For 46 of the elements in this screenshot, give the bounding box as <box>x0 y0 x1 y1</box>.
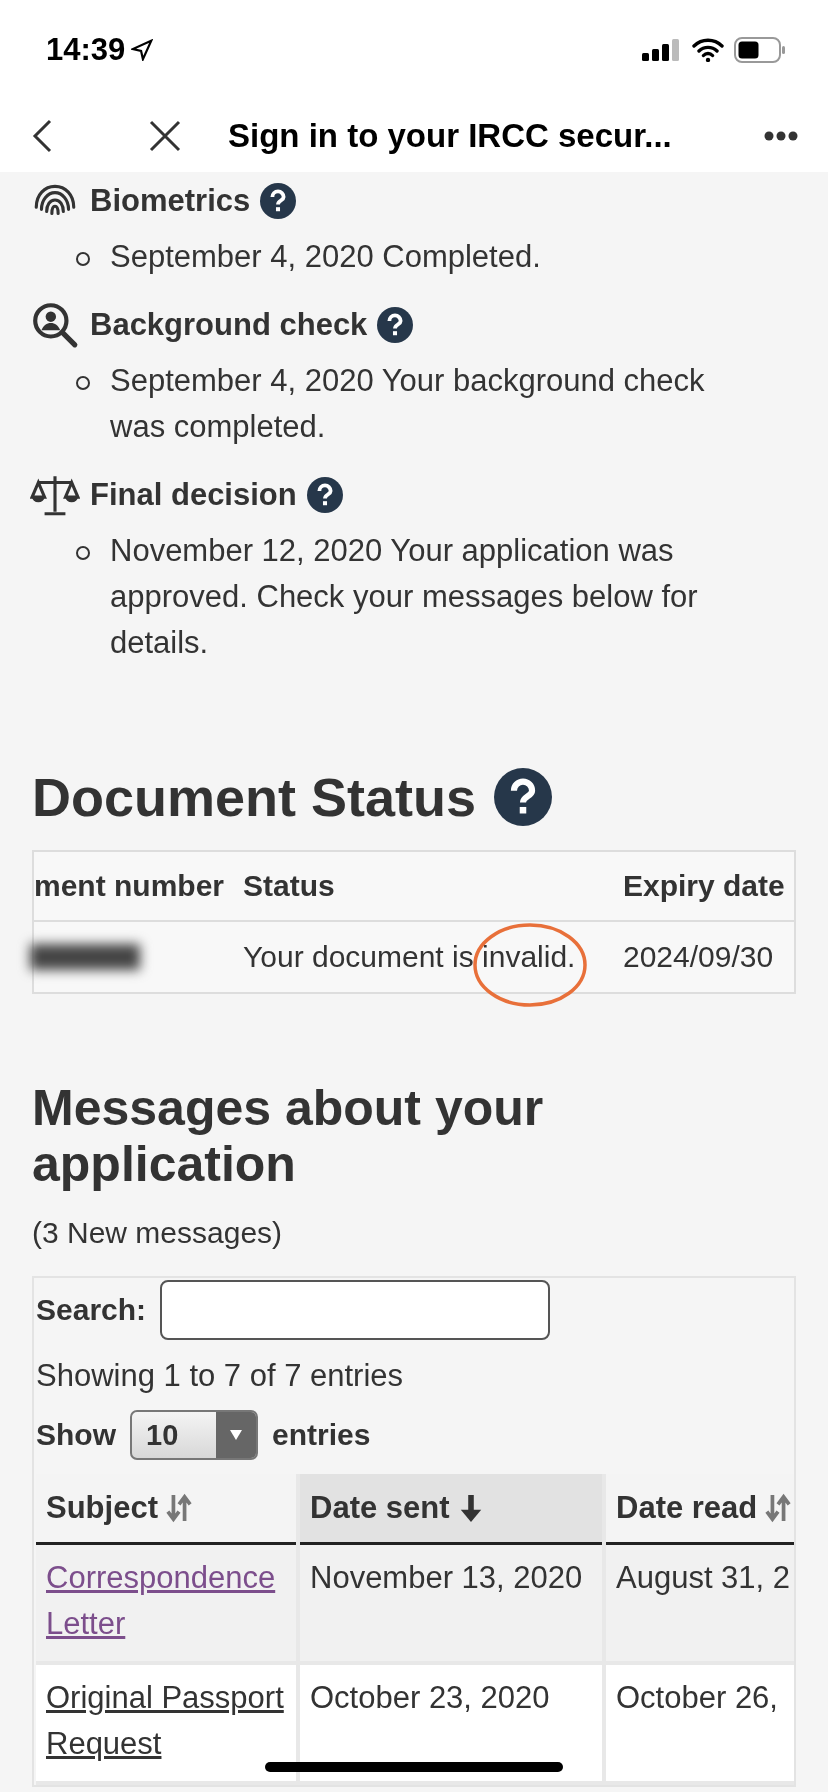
column-header: Status <box>243 869 335 902</box>
caret-icon <box>229 1429 243 1441</box>
table-cell: October 26, <box>616 1680 778 1715</box>
sortable-column-header[interactable]: Date sent <box>298 1474 604 1544</box>
column-header: Expiry date <box>623 869 785 902</box>
page-title: Sign in to your IRCC secur... <box>228 117 672 155</box>
page-size-select[interactable]: 10 <box>130 1410 258 1460</box>
entries-label: entries <box>272 1418 371 1452</box>
close-button[interactable] <box>148 119 182 153</box>
table-cell: August 31, 2 <box>616 1560 791 1595</box>
entries-info: Showing 1 to 7 of 7 entries <box>36 1358 405 1394</box>
step-title: Background check <box>90 307 368 343</box>
sortable-column-header[interactable]: Date read <box>604 1474 794 1544</box>
bullet-icon <box>76 252 90 266</box>
step-detail: September 4, 2020 Completed. <box>110 239 541 274</box>
bullet-icon <box>76 546 90 560</box>
more-button[interactable] <box>764 131 798 141</box>
table-cell: October 23, 2020 <box>310 1680 550 1715</box>
signal-icon <box>642 39 682 61</box>
search-label: Search: <box>36 1293 147 1327</box>
section-heading: Messages about your application <box>32 1080 545 1192</box>
section-heading: Document Status <box>32 766 477 828</box>
column-header: ment number <box>34 869 225 902</box>
step-title: Final decision <box>90 477 297 513</box>
step-title: Biometrics <box>90 183 251 219</box>
table-cell: 2024/09/30 <box>623 940 774 973</box>
battery-icon <box>734 37 786 63</box>
help-icon[interactable] <box>260 183 297 219</box>
person-search-icon <box>30 300 80 350</box>
bullet-icon <box>76 376 90 390</box>
table-cell: Your document is invalid. <box>243 940 576 973</box>
location-arrow-icon <box>131 39 154 61</box>
sort-icon <box>165 1493 192 1523</box>
clock-time: 14:39 <box>46 32 126 68</box>
message-count: (3 New messages) <box>32 1216 284 1250</box>
wifi-icon <box>692 38 724 62</box>
help-icon[interactable] <box>494 768 553 826</box>
step-detail: November 12, 2020 Your application was approved. Check your messages below for details. <box>110 533 698 660</box>
show-label: Show <box>36 1418 116 1452</box>
table-cell: November 13, 2020 <box>310 1560 583 1595</box>
sortable-column-header[interactable]: Subject <box>36 1474 298 1544</box>
search-field[interactable] <box>160 1280 551 1340</box>
help-icon[interactable] <box>306 477 343 513</box>
sort-icon <box>765 1493 792 1523</box>
step-detail: September 4, 2020 Your background check was completed. <box>110 363 705 444</box>
help-icon[interactable] <box>377 307 414 343</box>
